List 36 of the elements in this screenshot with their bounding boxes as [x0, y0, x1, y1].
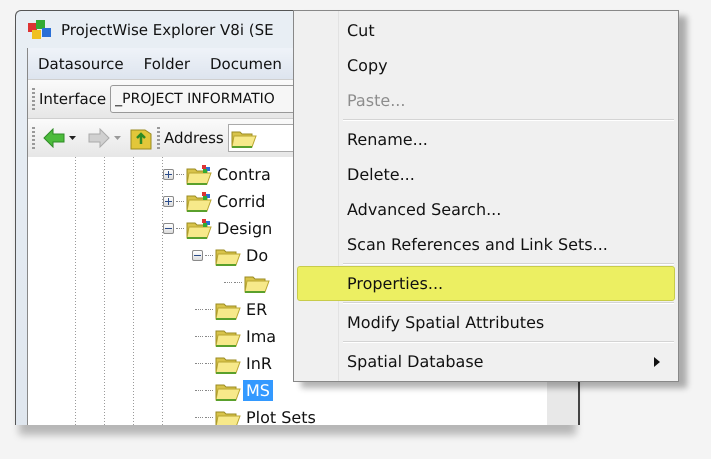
- tree-item[interactable]: Do: [243, 245, 272, 266]
- project-folder-icon: [186, 164, 212, 184]
- menu-bar-item[interactable]: Documen: [210, 54, 282, 72]
- submenu-arrow-icon: [654, 356, 660, 366]
- collapse-icon[interactable]: [163, 223, 174, 234]
- tree-item[interactable]: Corrid: [214, 191, 268, 212]
- menu-item[interactable]: Delete...: [297, 157, 675, 192]
- project-folder-icon: [186, 192, 212, 212]
- tree-item[interactable]: Ima: [243, 326, 280, 347]
- tree-item[interactable]: Contra: [214, 164, 274, 185]
- tree-item[interactable]: Design: [214, 218, 276, 239]
- menu-bar-item[interactable]: Datasource: [38, 54, 124, 72]
- menu-item[interactable]: Cut: [297, 13, 675, 48]
- app-logo-icon: [27, 20, 53, 40]
- interface-label: Interface: [39, 90, 106, 108]
- project-folder-icon: [186, 218, 212, 238]
- collapse-icon[interactable]: [192, 250, 203, 261]
- menu-item[interactable]: Advanced Search...: [297, 192, 675, 227]
- menu-item[interactable]: Spatial Database: [297, 344, 675, 379]
- tree-item[interactable]: ER: [243, 299, 270, 320]
- left-arrow-icon: [43, 128, 65, 148]
- menu-bar-item[interactable]: Folder: [144, 54, 190, 72]
- tree-item[interactable]: Plot Sets: [243, 407, 319, 425]
- menu-item[interactable]: Scan References and Link Sets...: [297, 227, 675, 262]
- expand-icon[interactable]: [163, 169, 174, 180]
- caret-icon: [114, 136, 121, 140]
- menu-item[interactable]: Copy: [297, 48, 675, 83]
- tree-item[interactable]: InR: [243, 353, 275, 374]
- caret-icon: [69, 136, 76, 140]
- expand-icon[interactable]: [163, 196, 174, 207]
- right-arrow-icon: [88, 128, 110, 148]
- menu-item[interactable]: Properties...: [297, 266, 675, 301]
- address-label: Address: [164, 129, 224, 147]
- menu-item[interactable]: Modify Spatial Attributes: [297, 305, 675, 340]
- menu-item[interactable]: Rename...: [297, 122, 675, 157]
- window-title: ProjectWise Explorer V8i (SE: [61, 20, 274, 38]
